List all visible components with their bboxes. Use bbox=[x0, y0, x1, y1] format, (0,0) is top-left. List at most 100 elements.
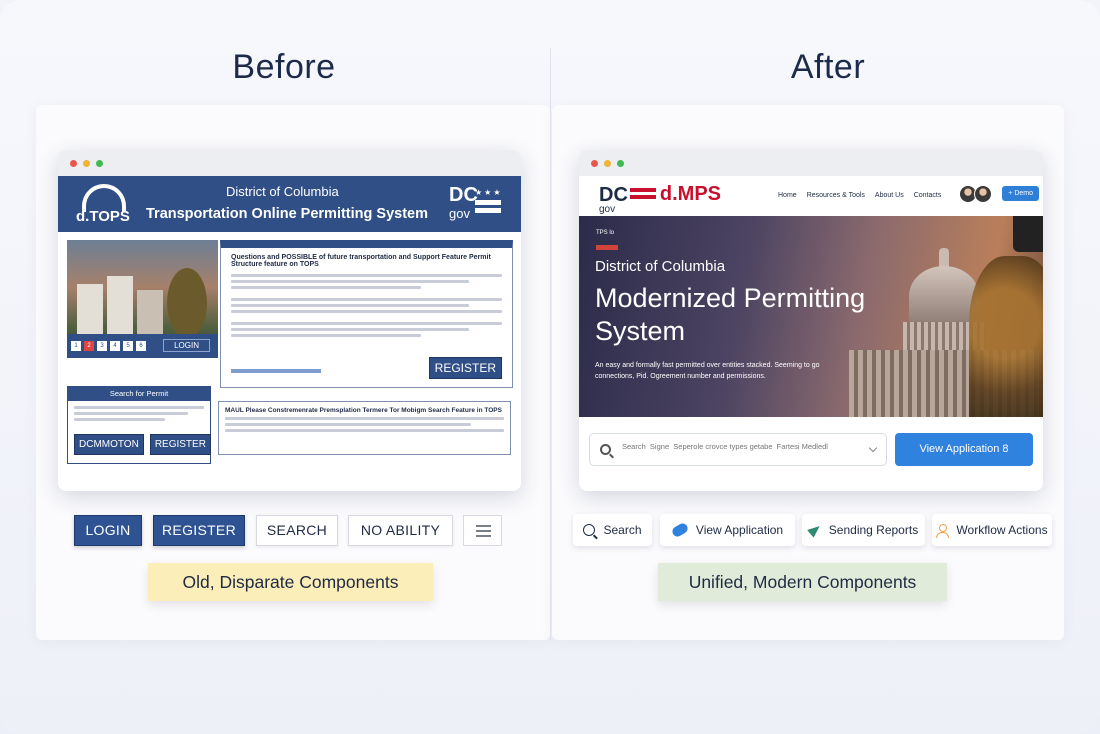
button-label: Sending Reports bbox=[828, 523, 919, 537]
rowhouse-shape bbox=[137, 290, 163, 334]
maximize-dot-icon[interactable] bbox=[96, 159, 103, 167]
search-permit-box: Search for Permit DCMMOTON REGISTER bbox=[67, 386, 211, 464]
pager-item[interactable]: 2 bbox=[84, 341, 94, 351]
text-line bbox=[231, 304, 470, 307]
new-browser-window: DC gov d.MPS Home Resources & Tools Abou… bbox=[579, 150, 1043, 491]
permit-search-bar[interactable] bbox=[589, 433, 887, 466]
tree-shape bbox=[969, 256, 1043, 417]
hero-description: An easy and formally fast permitted over… bbox=[595, 362, 820, 380]
pager-item[interactable]: 4 bbox=[110, 341, 120, 351]
old-register-button[interactable]: REGISTER bbox=[153, 515, 245, 546]
dmps-logo-text: d.MPS bbox=[659, 183, 722, 205]
button-label: View Application bbox=[695, 523, 784, 537]
hero-banner: TPS lo District of Columbia Modernized P… bbox=[579, 216, 1043, 417]
main-menu: Home Resources & Tools About Us Contacts bbox=[778, 192, 941, 199]
menu-item-about[interactable]: About Us bbox=[875, 192, 904, 199]
dmps-logo[interactable]: DC gov d.MPS bbox=[599, 183, 722, 215]
pager-item[interactable]: 3 bbox=[97, 341, 107, 351]
new-view-application-button[interactable]: View Application bbox=[660, 514, 795, 546]
button-label: Search bbox=[603, 523, 642, 537]
demo-button[interactable]: + Demo bbox=[1002, 186, 1039, 201]
menu-item-home[interactable]: Home bbox=[778, 192, 797, 199]
minimize-dot-icon[interactable] bbox=[604, 159, 611, 167]
dtops-logo-text: d.TOPS bbox=[76, 208, 130, 225]
new-workflow-actions-button[interactable]: Workflow Actions bbox=[932, 514, 1052, 546]
browser-chrome bbox=[58, 150, 521, 176]
flag-bars-icon bbox=[475, 200, 501, 216]
text-line bbox=[231, 280, 470, 283]
hero-subtitle: District of Columbia bbox=[595, 258, 726, 275]
text-line bbox=[231, 334, 421, 337]
menu-item-resources[interactable]: Resources & Tools bbox=[807, 192, 865, 199]
dc-logo-text: DC bbox=[449, 184, 478, 206]
old-search-button[interactable]: SEARCH bbox=[256, 515, 338, 546]
dc-gov-logo: DC gov ★★★ bbox=[449, 184, 505, 226]
old-components-caption: Old, Disparate Components bbox=[148, 563, 433, 601]
new-site-nav: DC gov d.MPS Home Resources & Tools Abou… bbox=[579, 176, 1043, 216]
dc-flag-icon bbox=[629, 187, 656, 202]
notice-link[interactable] bbox=[231, 369, 321, 373]
view-application-button[interactable]: View Application 8 bbox=[895, 433, 1033, 466]
old-title-line1: District of Columbia bbox=[226, 184, 339, 199]
search-icon bbox=[600, 444, 611, 455]
old-browser-window: d.TOPS District of Columbia Transportati… bbox=[58, 150, 521, 491]
user-avatars[interactable] bbox=[959, 185, 992, 203]
comparison-card: Before After d.TOPS District of Columbia… bbox=[0, 0, 1100, 734]
camera-shape bbox=[1013, 216, 1043, 252]
maximize-dot-icon[interactable] bbox=[617, 159, 624, 167]
minimize-dot-icon[interactable] bbox=[83, 159, 90, 167]
dc-logo-text: DC bbox=[599, 183, 628, 206]
text-line bbox=[231, 274, 502, 277]
old-site-header: d.TOPS District of Columbia Transportati… bbox=[58, 176, 521, 232]
text-line bbox=[231, 298, 502, 301]
new-search-button[interactable]: Search bbox=[573, 514, 652, 546]
pager-item[interactable]: 5 bbox=[123, 341, 133, 351]
text-line bbox=[225, 423, 471, 426]
text-line bbox=[74, 418, 165, 421]
pill-icon bbox=[670, 521, 690, 539]
pager-item[interactable]: 6 bbox=[136, 341, 146, 351]
rowhouse-shape bbox=[77, 284, 103, 334]
old-login-button[interactable]: LOGIN bbox=[74, 515, 142, 546]
text-line bbox=[231, 310, 502, 313]
old-no-ability-button[interactable]: NO ABILITY bbox=[348, 515, 453, 546]
paper-plane-icon bbox=[806, 522, 823, 538]
pager-item[interactable]: 1 bbox=[71, 341, 81, 351]
search-icon bbox=[583, 524, 596, 536]
search-register-button[interactable]: REGISTER bbox=[149, 434, 211, 455]
stars-icon: ★★★ bbox=[475, 188, 503, 197]
gov-logo-text: gov bbox=[449, 206, 470, 221]
notice-register-button[interactable]: REGISTER bbox=[428, 357, 502, 379]
notice-heading: Questions and POSSIBLE of future transpo… bbox=[231, 254, 491, 268]
rowhouse-shape bbox=[107, 276, 133, 334]
menu-item-contacts[interactable]: Contacts bbox=[914, 192, 942, 199]
hero-tag: TPS lo bbox=[596, 230, 615, 236]
browser-chrome bbox=[579, 150, 1043, 176]
gov-logo-text: gov bbox=[599, 203, 616, 215]
text-line bbox=[231, 328, 470, 331]
photo-pager: 1 2 3 4 5 6 LOGIN bbox=[67, 334, 218, 358]
old-title-line2: Transportation Online Permitting System bbox=[146, 206, 428, 222]
text-line bbox=[225, 429, 504, 432]
text-line bbox=[231, 322, 502, 325]
dtops-logo[interactable]: d.TOPS bbox=[76, 182, 136, 228]
search-permit-title: Search for Permit bbox=[68, 387, 210, 401]
hamburger-menu-icon[interactable] bbox=[463, 515, 502, 546]
search-input[interactable] bbox=[622, 442, 862, 451]
avatar bbox=[974, 185, 992, 203]
text-line bbox=[74, 406, 204, 409]
close-dot-icon[interactable] bbox=[70, 159, 77, 167]
photo-login-button[interactable]: LOGIN bbox=[163, 339, 210, 352]
person-icon bbox=[936, 523, 950, 538]
hero-title: Modernized Permitting System bbox=[595, 283, 866, 346]
before-heading: Before bbox=[232, 48, 336, 86]
button-label: Workflow Actions bbox=[956, 523, 1048, 537]
center-divider bbox=[550, 48, 551, 640]
text-line bbox=[74, 412, 189, 415]
close-dot-icon[interactable] bbox=[591, 159, 598, 167]
after-heading: After bbox=[790, 48, 866, 86]
new-sending-reports-button[interactable]: Sending Reports bbox=[802, 514, 925, 546]
text-line bbox=[231, 286, 421, 289]
chevron-down-icon[interactable] bbox=[868, 443, 878, 453]
dcmmoton-button[interactable]: DCMMOTON bbox=[74, 434, 144, 455]
